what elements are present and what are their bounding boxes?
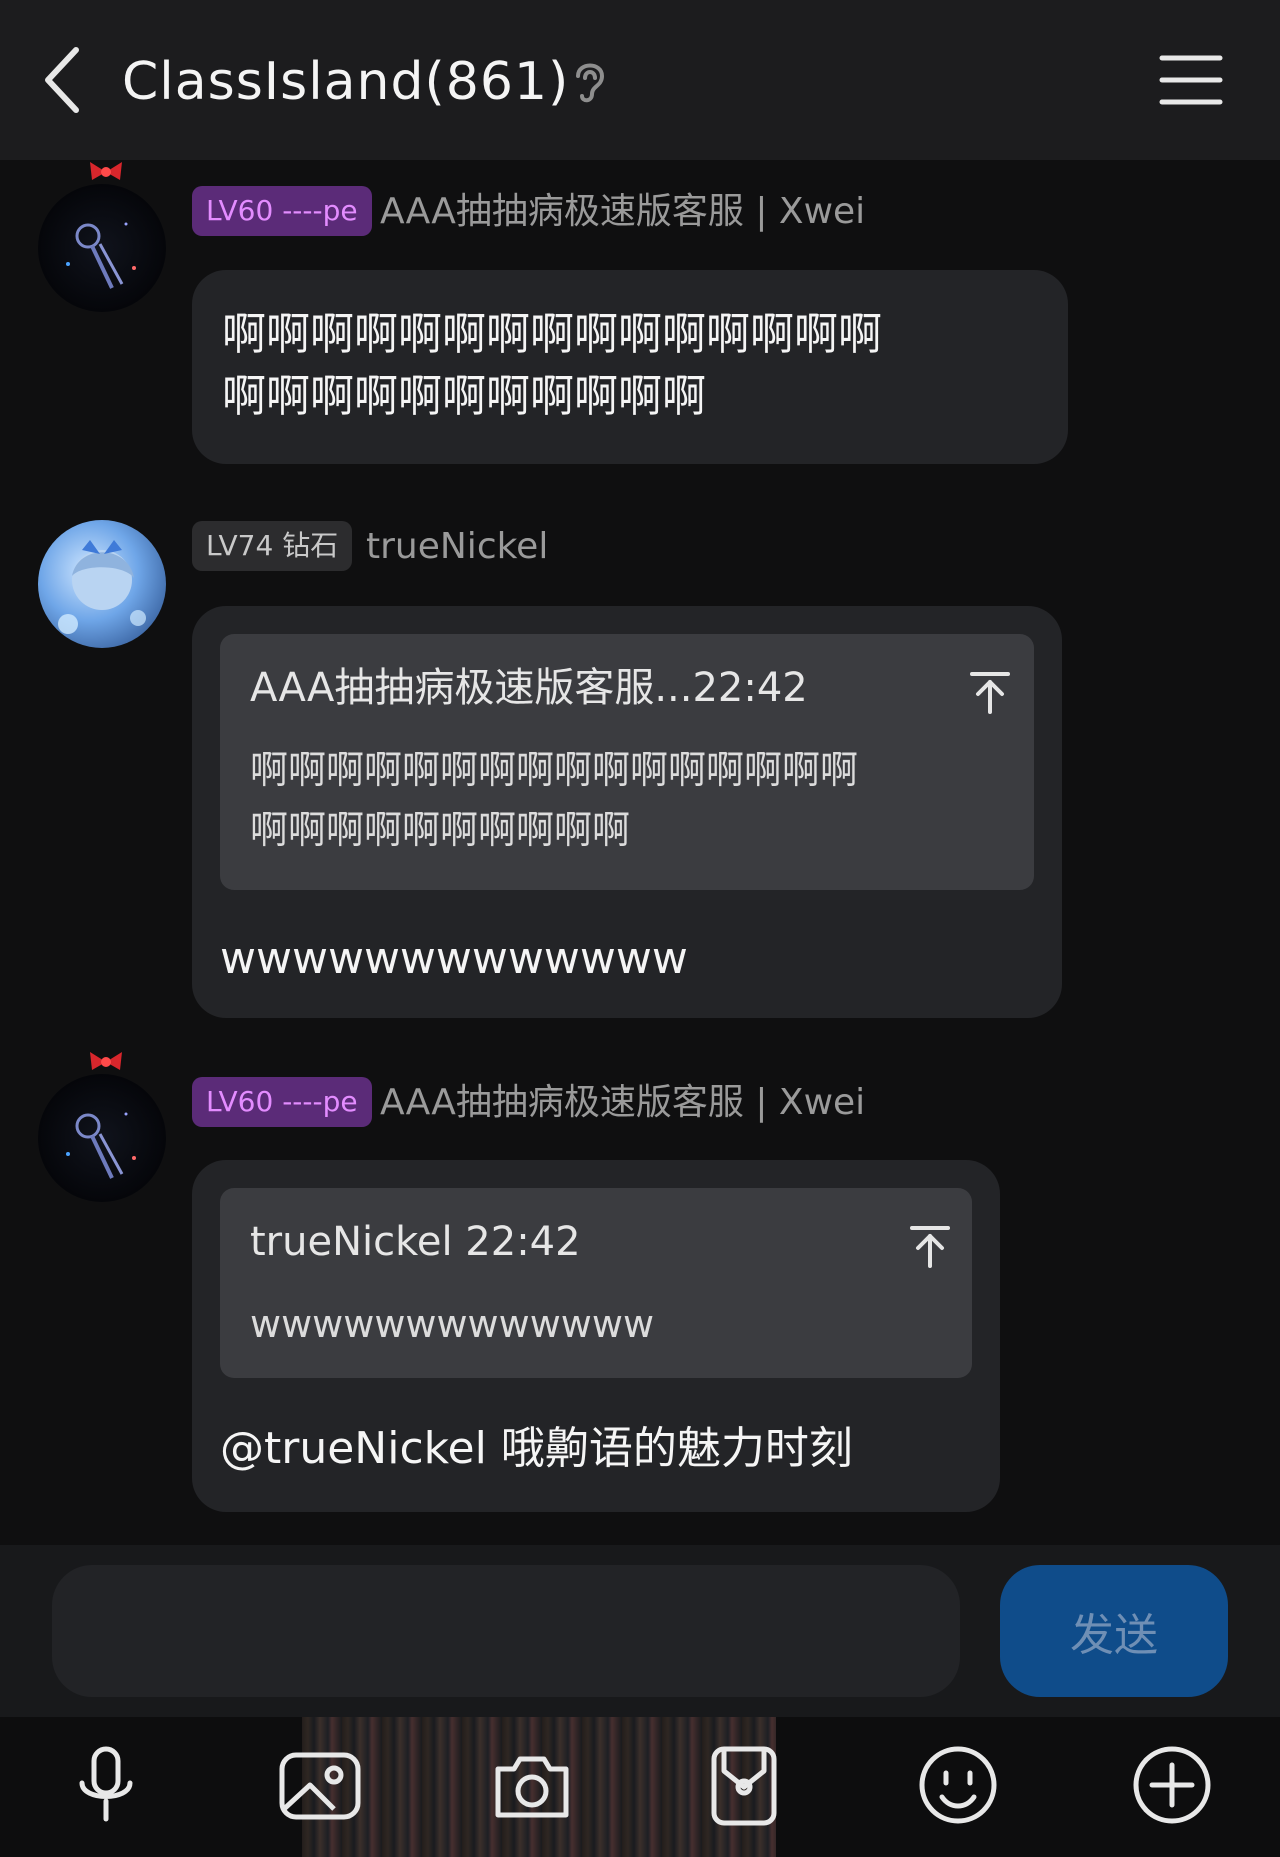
jump-to-original-icon[interactable] — [910, 1224, 950, 1268]
level-badge: LV74 钻石 — [192, 521, 353, 571]
ear-icon[interactable] — [568, 58, 612, 106]
microphone-icon[interactable] — [58, 1737, 154, 1833]
sender-name[interactable]: AAA抽抽病极速版客服 | Xwei — [380, 187, 865, 237]
sticker-icon[interactable] — [696, 1737, 792, 1833]
hamburger-menu-icon[interactable] — [1158, 52, 1224, 108]
message-bubble[interactable]: trueNickel 22:42 wwwwwwwwwwwww @trueNick… — [192, 1160, 1000, 1512]
top-bar: ClassIsland(861) — [0, 0, 1280, 160]
send-button[interactable]: 发送 — [1000, 1565, 1228, 1697]
quoted-message-header: trueNickel 22:42 — [250, 1219, 581, 1265]
back-icon[interactable] — [40, 44, 88, 116]
astronaut-avatar-image — [66, 222, 136, 289]
bow-decoration-icon — [90, 1052, 122, 1070]
astronaut-avatar-image — [66, 1112, 136, 1179]
avatar[interactable] — [38, 184, 166, 312]
message-input-bar: 发送 — [0, 1545, 1280, 1717]
message-text-line: 啊啊啊啊啊啊啊啊啊啊啊 — [222, 371, 706, 422]
avatar[interactable] — [38, 1074, 166, 1202]
bow-decoration-icon — [90, 162, 122, 180]
quoted-message-text: 啊啊啊啊啊啊啊啊啊啊 — [250, 808, 631, 852]
sender-name[interactable]: AAA抽抽病极速版客服 | Xwei — [380, 1078, 865, 1128]
camera-icon[interactable] — [484, 1737, 580, 1833]
message-text-line: 啊啊啊啊啊啊啊啊啊啊啊啊啊啊啊 — [222, 309, 882, 360]
jump-to-original-icon[interactable] — [970, 670, 1010, 714]
message-input[interactable] — [52, 1565, 960, 1697]
message-bubble[interactable]: 啊啊啊啊啊啊啊啊啊啊啊啊啊啊啊 啊啊啊啊啊啊啊啊啊啊啊 — [192, 270, 1068, 464]
level-badge: LV60 ----pe — [192, 1077, 372, 1127]
level-badge: LV60 ----pe — [192, 186, 372, 236]
chat-title[interactable]: ClassIsland(861) — [122, 46, 569, 118]
quoted-message-text: 啊啊啊啊啊啊啊啊啊啊啊啊啊啊啊啊 — [250, 748, 859, 792]
anime-avatar-image — [58, 540, 146, 634]
quoted-message[interactable]: trueNickel 22:42 wwwwwwwwwwwww — [220, 1188, 972, 1378]
avatar[interactable] — [38, 520, 166, 648]
quoted-message-text: wwwwwwwwwwwww — [250, 1302, 655, 1346]
quoted-message[interactable]: AAA抽抽病极速版客服...22:42 啊啊啊啊啊啊啊啊啊啊啊啊啊啊啊啊 啊啊啊… — [220, 634, 1034, 890]
sender-name[interactable]: trueNickel — [366, 522, 548, 572]
quoted-message-header: AAA抽抽病极速版客服...22:42 — [250, 665, 808, 711]
image-icon[interactable] — [272, 1737, 368, 1833]
message-text: @trueNickel 哦齁语的魅力时刻 — [220, 1423, 853, 1474]
plus-circle-icon[interactable] — [1124, 1737, 1220, 1833]
message-text: wwwwwwwwwwwww — [220, 933, 688, 984]
message-bubble[interactable]: AAA抽抽病极速版客服...22:42 啊啊啊啊啊啊啊啊啊啊啊啊啊啊啊啊 啊啊啊… — [192, 606, 1062, 1018]
emoji-icon[interactable] — [910, 1737, 1006, 1833]
bottom-toolbar — [0, 1717, 1280, 1857]
